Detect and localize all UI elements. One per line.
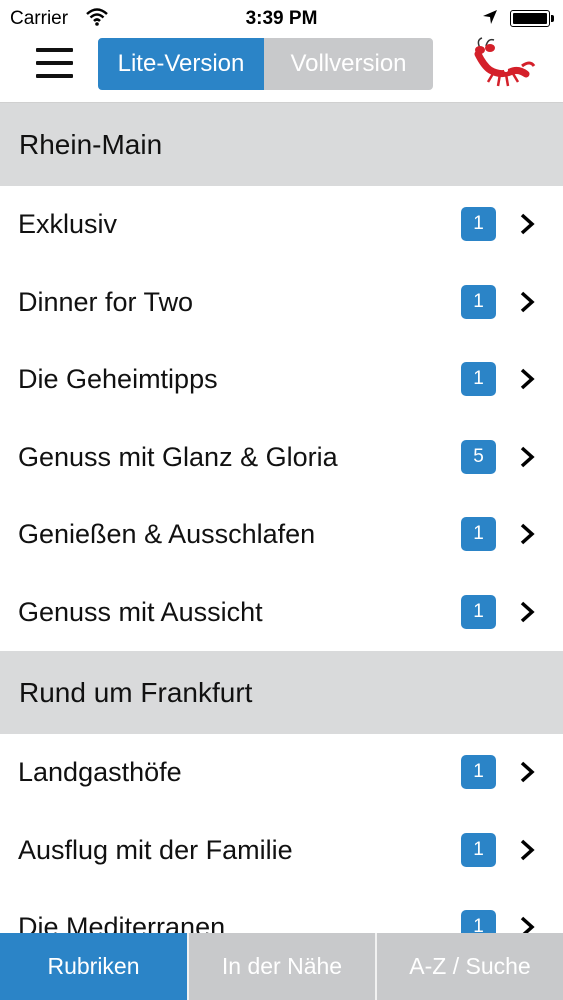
list-item[interactable]: Genuss mit Glanz & Gloria 5 [0,419,563,497]
count-badge: 1 [461,910,496,933]
chevron-right-icon [520,368,535,390]
list-item-label: Die Mediterranen [18,912,226,933]
list-item-label: Exklusiv [18,209,118,240]
chevron-right-icon [520,601,535,622]
chevron-right-icon [520,761,535,783]
count-badge: 1 [461,362,496,396]
lobster-logo-icon [466,36,538,90]
tab-bar: Rubriken In der Nähe A-Z / Suche [0,933,563,1000]
location-arrow-icon [482,9,498,31]
count-badge: 1 [461,284,496,319]
clock-label: 3:39 PM [245,8,318,29]
count-badge: 1 [461,207,496,241]
navigation-bar: Lite-Version Vollversion [0,36,563,103]
tab-in-der-naehe[interactable]: In der Nähe [187,933,375,1000]
list-item[interactable]: Ausflug mit der Familie 1 [0,812,563,890]
list-item-label: Landgasthöfe [18,757,182,788]
count-badge: 1 [461,594,496,629]
list-item[interactable]: Landgasthöfe 1 [0,734,563,812]
segment-lite-version[interactable]: Lite-Version [98,38,264,90]
list-item-label: Genießen & Ausschlafen [18,519,316,550]
list-item-label: Genuss mit Glanz & Gloria [18,441,338,472]
section-header-rund-um-frankfurt: Rund um Frankfurt [0,651,563,734]
list-item-label: Dinner for Two [18,286,194,317]
status-bar: Carrier 3:39 PM [0,0,563,36]
list-item[interactable]: Genuss mit Aussicht 1 [0,574,563,652]
tab-a-z-suche[interactable]: A-Z / Suche [375,933,563,1000]
list-item[interactable]: Dinner for Two 1 [0,264,563,342]
battery-icon [510,10,554,27]
list-item-label: Ausflug mit der Familie [18,834,293,865]
chevron-right-icon [520,291,535,312]
count-badge: 1 [461,755,496,789]
chevron-right-icon [520,213,535,235]
list-item-label: Die Geheimtipps [18,364,218,395]
list-item[interactable]: Exklusiv 1 [0,186,563,264]
chevron-right-icon [520,446,535,467]
category-list[interactable]: Rhein-Main Exklusiv 1 Dinner for Two 1 D… [0,103,563,933]
chevron-right-icon [520,523,535,545]
list-item-label: Genuss mit Aussicht [18,596,263,627]
count-badge: 5 [461,439,496,474]
chevron-right-icon [520,839,535,860]
list-item[interactable]: Die Geheimtipps 1 [0,341,563,419]
count-badge: 1 [461,517,496,551]
hamburger-menu-icon[interactable] [36,48,73,78]
list-item[interactable]: Die Mediterranen 1 [0,889,563,933]
section-header-rhein-main: Rhein-Main [0,103,563,186]
count-badge: 1 [461,832,496,867]
list-item[interactable]: Genießen & Ausschlafen 1 [0,496,563,574]
tab-rubriken[interactable]: Rubriken [0,933,187,1000]
segment-vollversion[interactable]: Vollversion [264,38,433,90]
chevron-right-icon [520,916,535,933]
